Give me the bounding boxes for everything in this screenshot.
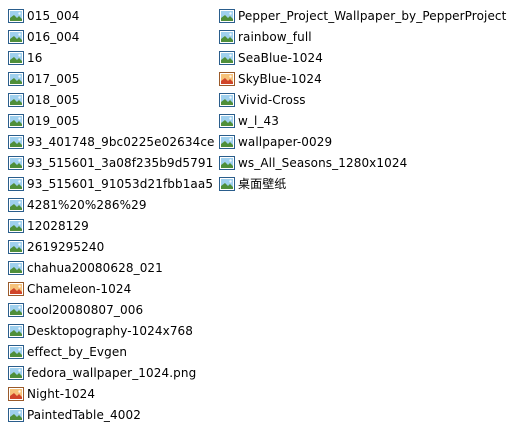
file-item[interactable]: Chameleon-1024 [8, 279, 218, 300]
file-item[interactable]: 93_515601_91053d21fbb1aa5 [8, 174, 218, 195]
file-name-label: 016_004 [27, 30, 80, 44]
jpeg-image-icon [219, 51, 235, 65]
file-item[interactable]: effect_by_Evgen [8, 342, 218, 363]
file-item[interactable]: 4281%20%286%29 [8, 195, 218, 216]
file-name-label: 93_401748_9bc0225e02634ce [27, 135, 215, 149]
file-item[interactable]: Pepper_Project_Wallpaper_by_PepperProjec… [219, 6, 509, 27]
file-name-label: cool20080807_006 [27, 303, 144, 317]
jpeg-image-icon [8, 114, 24, 128]
file-item[interactable]: 桌面壁纸 [219, 174, 509, 195]
file-item[interactable]: ws_All_Seasons_1280x1024 [219, 153, 509, 174]
file-name-label: SkyBlue-1024 [238, 72, 322, 86]
jpeg-image-icon [8, 72, 24, 86]
file-name-label: 桌面壁纸 [238, 177, 287, 191]
file-name-label: 93_515601_91053d21fbb1aa5 [27, 177, 214, 191]
jpeg-image-icon [8, 135, 24, 149]
jpeg-image-icon [8, 156, 24, 170]
jpeg-image-icon [8, 177, 24, 191]
jpeg-image-icon [8, 51, 24, 65]
file-item[interactable]: chahua20080628_021 [8, 258, 218, 279]
file-item[interactable]: cool20080807_006 [8, 300, 218, 321]
file-item[interactable]: SkyBlue-1024 [219, 69, 509, 90]
file-item[interactable]: 16 [8, 48, 218, 69]
file-item[interactable]: Vivid-Cross [219, 90, 509, 111]
jpeg-image-icon [219, 156, 235, 170]
file-name-label: fedora_wallpaper_1024.png [27, 366, 197, 380]
png-image-icon [219, 72, 235, 86]
file-name-label: 4281%20%286%29 [27, 198, 147, 212]
file-item[interactable]: 2619295240 [8, 237, 218, 258]
file-name-label: 017_005 [27, 72, 80, 86]
jpeg-image-icon [219, 177, 235, 191]
jpeg-image-icon [8, 345, 24, 359]
file-name-label: 12028129 [27, 219, 89, 233]
file-name-label: 019_005 [27, 114, 80, 128]
file-name-label: ws_All_Seasons_1280x1024 [238, 156, 408, 170]
jpeg-image-icon [8, 240, 24, 254]
file-item[interactable]: 016_004 [8, 27, 218, 48]
file-name-label: Pepper_Project_Wallpaper_by_PepperProjec… [238, 9, 507, 23]
jpeg-image-icon [8, 93, 24, 107]
file-name-label: chahua20080628_021 [27, 261, 163, 275]
file-name-label: rainbow_full [238, 30, 312, 44]
file-list-view: 015_004 016_004 16 017_005 018_005 019_005 93_… [0, 6, 511, 431]
file-item[interactable]: 019_005 [8, 111, 218, 132]
jpeg-image-icon [8, 303, 24, 317]
jpeg-image-icon [8, 366, 24, 380]
file-item[interactable]: 018_005 [8, 90, 218, 111]
file-name-label: Desktopography-1024x768 [27, 324, 194, 338]
jpeg-image-icon [219, 135, 235, 149]
jpeg-image-icon [8, 324, 24, 338]
jpeg-image-icon [8, 219, 24, 233]
file-item[interactable]: wallpaper-0029 [219, 132, 509, 153]
file-name-label: effect_by_Evgen [27, 345, 128, 359]
file-item[interactable]: 93_401748_9bc0225e02634ce [8, 132, 218, 153]
jpeg-image-icon [219, 114, 235, 128]
file-item[interactable]: rainbow_full [219, 27, 509, 48]
jpeg-image-icon [219, 9, 235, 23]
file-name-label: w_l_43 [238, 114, 280, 128]
jpeg-image-icon [8, 261, 24, 275]
file-name-label: wallpaper-0029 [238, 135, 333, 149]
file-name-label: 16 [27, 51, 43, 65]
file-name-label: Night-1024 [27, 387, 96, 401]
jpeg-image-icon [8, 408, 24, 422]
file-item[interactable]: fedora_wallpaper_1024.png [8, 363, 218, 384]
file-name-label: 018_005 [27, 93, 80, 107]
file-item[interactable]: 015_004 [8, 6, 218, 27]
file-name-label: 015_004 [27, 9, 80, 23]
file-name-label: 93_515601_3a08f235b9d5791 [27, 156, 214, 170]
file-item[interactable]: Night-1024 [8, 384, 218, 405]
file-item[interactable]: 017_005 [8, 69, 218, 90]
file-list-column-2: Pepper_Project_Wallpaper_by_PepperProjec… [219, 6, 509, 195]
file-name-label: 2619295240 [27, 240, 105, 254]
jpeg-image-icon [8, 30, 24, 44]
file-item[interactable]: 93_515601_3a08f235b9d5791 [8, 153, 218, 174]
jpeg-image-icon [219, 93, 235, 107]
jpeg-image-icon [8, 9, 24, 23]
jpeg-image-icon [8, 198, 24, 212]
file-item[interactable]: w_l_43 [219, 111, 509, 132]
file-name-label: SeaBlue-1024 [238, 51, 323, 65]
png-image-icon [8, 387, 24, 401]
file-list-column-1: 015_004 016_004 16 017_005 018_005 019_005 93_… [8, 6, 218, 426]
file-item[interactable]: Desktopography-1024x768 [8, 321, 218, 342]
file-name-label: PaintedTable_4002 [27, 408, 141, 422]
file-item[interactable]: SeaBlue-1024 [219, 48, 509, 69]
file-name-label: Vivid-Cross [238, 93, 306, 107]
png-image-icon [8, 282, 24, 296]
file-item[interactable]: PaintedTable_4002 [8, 405, 218, 426]
jpeg-image-icon [219, 30, 235, 44]
file-item[interactable]: 12028129 [8, 216, 218, 237]
file-name-label: Chameleon-1024 [27, 282, 132, 296]
